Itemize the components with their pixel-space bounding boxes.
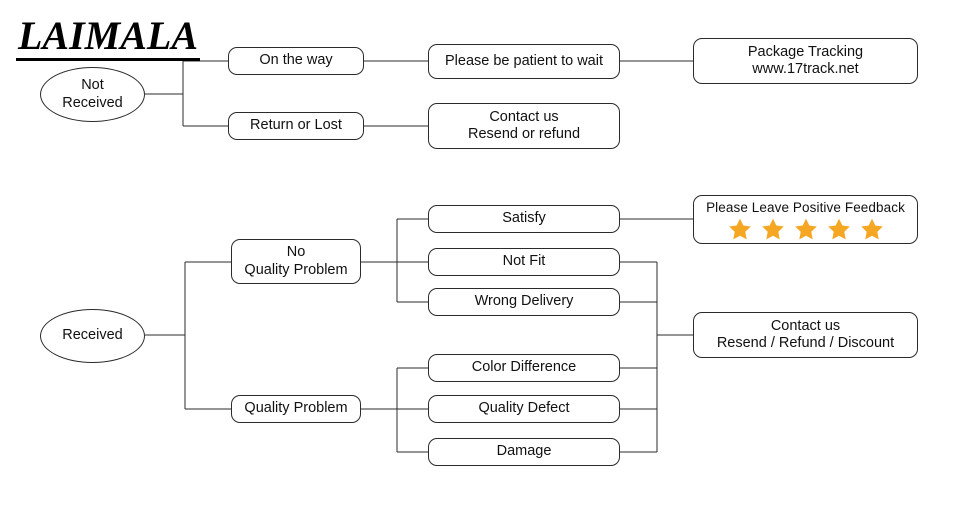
- node-no-quality-problem[interactable]: No Quality Problem: [231, 239, 361, 284]
- node-package-tracking-label-2: www.17track.net: [752, 61, 859, 77]
- node-on-the-way[interactable]: On the way: [228, 47, 364, 75]
- node-contact-resend-refund[interactable]: Contact us Resend or refund: [428, 103, 620, 149]
- node-quality-defect[interactable]: Quality Defect: [428, 395, 620, 423]
- node-return-or-lost-label: Return or Lost: [250, 117, 342, 134]
- node-quality-problem[interactable]: Quality Problem: [231, 395, 361, 423]
- node-package-tracking[interactable]: Package Tracking www.17track.net: [693, 38, 918, 84]
- star-icon-5[interactable]: [860, 217, 884, 241]
- node-damage-label: Damage: [496, 443, 552, 460]
- node-color-difference[interactable]: Color Difference: [428, 354, 620, 382]
- star-icon-4[interactable]: [827, 217, 851, 241]
- node-wrong-delivery[interactable]: Wrong Delivery: [428, 288, 620, 316]
- brand-logo: LAIMALA: [16, 16, 201, 61]
- star-icon-1[interactable]: [728, 217, 752, 241]
- node-contact-discount-label-1: Contact us: [770, 317, 841, 334]
- node-satisfy-label: Satisfy: [502, 210, 546, 227]
- node-please-be-patient[interactable]: Please be patient to wait: [428, 44, 620, 79]
- node-contact-discount-label-2: Resend / Refund / Discount: [716, 335, 895, 351]
- star-icon-2[interactable]: [761, 217, 785, 241]
- positive-feedback-label: Please Leave Positive Feedback: [706, 200, 905, 215]
- node-color-difference-label: Color Difference: [471, 359, 577, 376]
- node-contact-resend-refund-discount[interactable]: Contact us Resend / Refund / Discount: [693, 312, 918, 358]
- node-not-received-label-1: Not: [81, 77, 104, 94]
- node-positive-feedback[interactable]: Please Leave Positive Feedback: [693, 195, 918, 244]
- node-on-the-way-label: On the way: [259, 52, 333, 69]
- star-rating[interactable]: [728, 217, 884, 241]
- node-no-quality-problem-label-1: No: [286, 244, 306, 261]
- node-not-fit[interactable]: Not Fit: [428, 248, 620, 276]
- node-return-or-lost[interactable]: Return or Lost: [228, 112, 364, 140]
- node-damage[interactable]: Damage: [428, 438, 620, 466]
- node-not-received-label-2: Received: [62, 94, 123, 111]
- node-quality-problem-label: Quality Problem: [244, 400, 348, 417]
- node-contact-resend-refund-label-2: Resend or refund: [467, 126, 581, 142]
- node-package-tracking-label-1: Package Tracking: [747, 43, 864, 60]
- node-received-label: Received: [62, 327, 123, 344]
- node-wrong-delivery-label: Wrong Delivery: [474, 293, 574, 310]
- node-please-be-patient-label: Please be patient to wait: [445, 52, 603, 69]
- flowchart-canvas: LAIMALA Not Received On the way Please b…: [0, 0, 960, 513]
- node-not-received[interactable]: Not Received: [40, 67, 145, 122]
- node-satisfy[interactable]: Satisfy: [428, 205, 620, 233]
- star-icon-3[interactable]: [794, 217, 818, 241]
- node-not-fit-label: Not Fit: [502, 253, 546, 270]
- node-no-quality-problem-label-2: Quality Problem: [244, 261, 348, 278]
- node-contact-resend-refund-label-1: Contact us: [489, 108, 559, 125]
- node-quality-defect-label: Quality Defect: [478, 400, 570, 417]
- node-received[interactable]: Received: [40, 309, 145, 363]
